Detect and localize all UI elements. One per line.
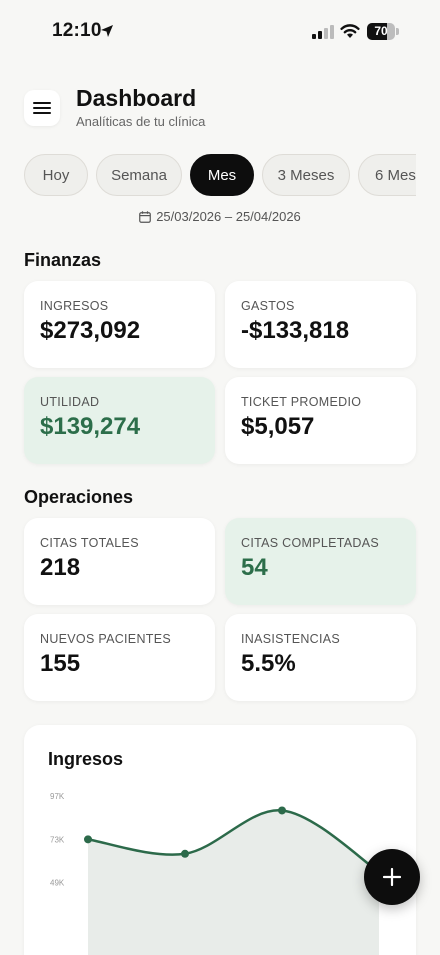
add-button[interactable] <box>364 849 420 905</box>
metric-value: $273,092 <box>40 317 141 344</box>
period-filter: Hoy Semana Mes 3 Meses 6 Meses <box>0 154 416 198</box>
metric-card-ingresos[interactable]: INGRESOS $273,092 <box>24 281 215 368</box>
date-range[interactable]: 25/03/2026 – 25/04/2026 <box>0 209 440 224</box>
metric-card-utilidad[interactable]: UTILIDAD $139,274 <box>24 377 215 464</box>
metric-value: 54 <box>241 554 268 581</box>
metric-label: INASISTENCIAS <box>241 632 341 646</box>
battery-indicator: 70 <box>367 23 399 40</box>
section-title-finanzas: Finanzas <box>24 250 102 270</box>
period-chip-mes[interactable]: Mes <box>190 154 254 196</box>
chart-data-point[interactable] <box>278 806 286 815</box>
metric-card-ticket-promedio[interactable]: TICKET PROMEDIO $5,057 <box>225 377 416 464</box>
metric-value: 155 <box>40 650 81 677</box>
menu-button[interactable] <box>24 90 60 126</box>
metric-label: CITAS COMPLETADAS <box>241 536 379 550</box>
section-title-operaciones: Operaciones <box>24 487 134 507</box>
period-chip-3-meses[interactable]: 3 Meses <box>262 154 350 196</box>
metric-card-inasistencias[interactable]: INASISTENCIAS 5.5% <box>225 614 416 701</box>
page-title: Dashboard <box>76 85 197 111</box>
ingresos-chart: 97K 73K 49K <box>50 792 383 955</box>
wifi-icon <box>340 24 360 38</box>
period-chip-6-meses[interactable]: 6 Meses <box>358 154 416 196</box>
period-chip-hoy[interactable]: Hoy <box>24 154 88 196</box>
metric-value: -$133,818 <box>241 317 350 344</box>
metric-value: 218 <box>40 554 81 581</box>
metric-card-gastos[interactable]: GASTOS -$133,818 <box>225 281 416 368</box>
metric-label: GASTOS <box>241 299 295 313</box>
y-tick-label: 49K <box>50 879 65 888</box>
chart-area-fill <box>88 810 379 955</box>
battery-level: 70 <box>374 24 388 38</box>
metric-label: NUEVOS PACIENTES <box>40 632 171 646</box>
cellular-signal-icon <box>312 25 334 39</box>
metric-label: TICKET PROMEDIO <box>241 395 362 409</box>
status-bar: 12:10 70 <box>0 0 440 64</box>
metric-value: 5.5% <box>241 650 296 677</box>
calendar-icon <box>139 210 152 223</box>
location-arrow-icon <box>101 25 113 37</box>
chart-data-point[interactable] <box>84 835 92 844</box>
hamburger-menu-icon <box>33 102 51 114</box>
period-chip-semana[interactable]: Semana <box>96 154 182 196</box>
chart-data-point[interactable] <box>181 849 189 858</box>
date-range-text: 25/03/2026 – 25/04/2026 <box>156 209 301 224</box>
metric-card-citas-totales[interactable]: CITAS TOTALES 218 <box>24 518 215 605</box>
metric-card-citas-completadas[interactable]: CITAS COMPLETADAS 54 <box>225 518 416 605</box>
metric-value: $5,057 <box>241 413 315 440</box>
ingresos-chart-card: Ingresos 97K 73K 49K <box>24 725 416 955</box>
y-tick-label: 73K <box>50 835 65 844</box>
y-tick-label: 97K <box>50 792 65 801</box>
metric-label: UTILIDAD <box>40 395 100 409</box>
plus-icon <box>383 868 401 886</box>
page-subtitle: Analíticas de tu clínica <box>76 114 206 129</box>
metric-card-nuevos-pacientes[interactable]: NUEVOS PACIENTES 155 <box>24 614 215 701</box>
metric-label: CITAS TOTALES <box>40 536 139 550</box>
metric-label: INGRESOS <box>40 299 109 313</box>
status-time: 12:10 <box>52 20 102 41</box>
metric-value: $139,274 <box>40 413 141 440</box>
